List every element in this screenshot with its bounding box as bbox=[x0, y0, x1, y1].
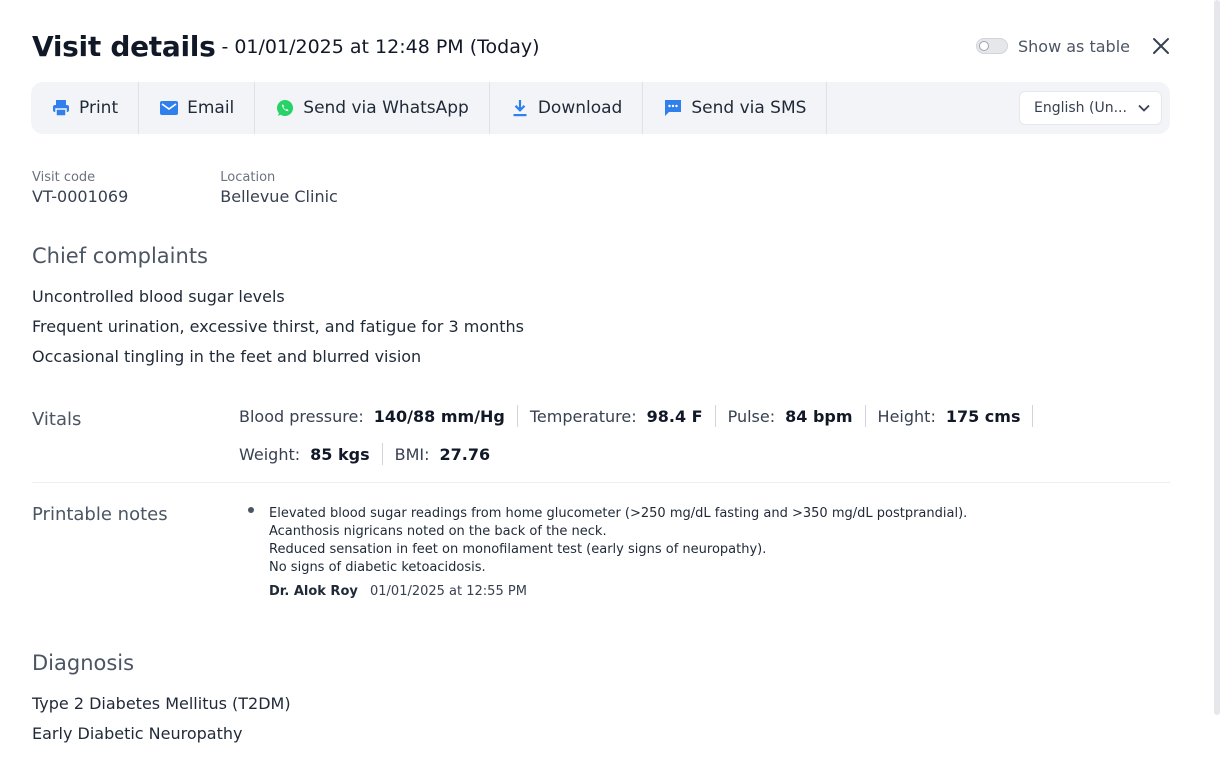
show-as-table-label[interactable]: Show as table bbox=[1018, 37, 1130, 56]
note-line: Acanthosis nigricans noted on the back o… bbox=[269, 524, 607, 539]
vital-temperature: Temperature: 98.4 F bbox=[530, 405, 716, 427]
list-item: Early Diabetic Neuropathy bbox=[32, 724, 243, 743]
note-timestamp: 01/01/2025 at 12:55 PM bbox=[370, 584, 527, 599]
vital-blood-pressure: Blood pressure: 140/88 mm/Hg bbox=[239, 405, 518, 427]
visit-datetime: - 01/01/2025 at 12:48 PM (Today) bbox=[221, 36, 540, 58]
page-title: Visit details bbox=[32, 29, 216, 63]
chevron-down-icon bbox=[1137, 101, 1151, 115]
note-line: No signs of diabetic ketoacidosis. bbox=[269, 560, 486, 575]
list-item: Uncontrolled blood sugar levels bbox=[32, 287, 285, 306]
vitals-title: Vitals bbox=[32, 409, 82, 430]
send-whatsapp-button[interactable]: Send via WhatsApp bbox=[255, 82, 490, 134]
vital-value: 175 cms bbox=[945, 406, 1021, 426]
language-select[interactable]: English (Un... bbox=[1019, 91, 1162, 125]
close-icon[interactable] bbox=[1152, 37, 1170, 55]
whatsapp-icon bbox=[275, 98, 295, 118]
vital-name: Height: bbox=[877, 406, 936, 426]
location: Location Bellevue Clinic bbox=[220, 170, 338, 206]
toggle-knob bbox=[978, 41, 989, 51]
vital-value: 85 kgs bbox=[310, 444, 370, 464]
location-label: Location bbox=[220, 170, 276, 185]
visit-code-label: Visit code bbox=[32, 170, 96, 185]
download-button[interactable]: Download bbox=[490, 82, 644, 134]
email-label: Email bbox=[187, 98, 235, 118]
scrollbar[interactable] bbox=[1214, 0, 1220, 715]
vital-bmi: BMI: 27.76 bbox=[395, 443, 503, 465]
printable-notes: Elevated blood sugar readings from home … bbox=[248, 505, 967, 599]
vital-name: Pulse: bbox=[727, 406, 776, 426]
print-button[interactable]: Print bbox=[31, 82, 140, 134]
diagnosis-section: Diagnosis Type 2 Diabetes Mellitus (T2DM… bbox=[32, 651, 291, 749]
chief-complaints-section: Chief complaints Uncontrolled blood suga… bbox=[32, 244, 524, 372]
vital-value: 98.4 F bbox=[646, 406, 703, 426]
message-icon bbox=[663, 98, 683, 118]
vital-name: Temperature: bbox=[529, 406, 637, 426]
show-as-table-toggle[interactable] bbox=[975, 38, 1008, 54]
diagnosis-title: Diagnosis bbox=[32, 651, 135, 675]
vital-pulse: Pulse: 84 bpm bbox=[728, 405, 866, 427]
list-item: Frequent urination, excessive thirst, an… bbox=[32, 317, 524, 336]
divider bbox=[32, 482, 1170, 483]
vital-name: Blood pressure: bbox=[239, 406, 364, 426]
header: Visit details - 01/01/2025 at 12:48 PM (… bbox=[32, 26, 1170, 66]
header-actions: Show as table bbox=[975, 37, 1170, 56]
location-value: Bellevue Clinic bbox=[220, 187, 338, 206]
chief-complaints-list: Uncontrolled blood sugar levels Frequent… bbox=[32, 282, 524, 372]
vital-weight: Weight: 85 kgs bbox=[239, 443, 383, 465]
printable-notes-title: Printable notes bbox=[32, 504, 168, 525]
language-value: English (Un... bbox=[1034, 100, 1127, 116]
list-item: Type 2 Diabetes Mellitus (T2DM) bbox=[32, 694, 291, 713]
note-author: Dr. Alok Roy bbox=[269, 584, 358, 599]
chief-complaints-title: Chief complaints bbox=[32, 244, 208, 268]
vital-value: 84 bpm bbox=[785, 406, 853, 426]
note-signature: Dr. Alok Roy 01/01/2025 at 12:55 PM bbox=[269, 584, 967, 599]
list-item: Occasional tingling in the feet and blur… bbox=[32, 347, 422, 366]
vital-height: Height: 175 cms bbox=[878, 405, 1034, 427]
vitals-list: Blood pressure: 140/88 mm/Hg Temperature… bbox=[239, 405, 1109, 465]
share-toolbar: Print Email Send via WhatsApp Download S… bbox=[31, 82, 1170, 134]
vital-name: Weight: bbox=[239, 444, 301, 464]
note-line: Reduced sensation in feet on monofilamen… bbox=[269, 542, 767, 557]
send-sms-button[interactable]: Send via SMS bbox=[643, 82, 828, 134]
note-line: Elevated blood sugar readings from home … bbox=[269, 506, 968, 521]
bullet-icon bbox=[248, 507, 254, 513]
note-lines: Elevated blood sugar readings from home … bbox=[269, 505, 967, 577]
email-button[interactable]: Email bbox=[139, 82, 256, 134]
whatsapp-label: Send via WhatsApp bbox=[303, 98, 469, 118]
vital-name: BMI: bbox=[394, 444, 430, 464]
mail-icon bbox=[159, 98, 179, 118]
visit-meta: Visit code VT-0001069 Location Bellevue … bbox=[32, 170, 430, 206]
print-label: Print bbox=[79, 98, 119, 118]
visit-code: Visit code VT-0001069 bbox=[32, 170, 128, 206]
diagnosis-list: Type 2 Diabetes Mellitus (T2DM) Early Di… bbox=[32, 689, 291, 749]
sms-label: Send via SMS bbox=[691, 98, 807, 118]
download-label: Download bbox=[537, 98, 623, 118]
printer-icon bbox=[51, 98, 71, 118]
vital-value: 140/88 mm/Hg bbox=[373, 406, 505, 426]
visit-code-value: VT-0001069 bbox=[32, 187, 129, 206]
download-icon bbox=[510, 98, 530, 118]
vital-value: 27.76 bbox=[439, 444, 491, 464]
